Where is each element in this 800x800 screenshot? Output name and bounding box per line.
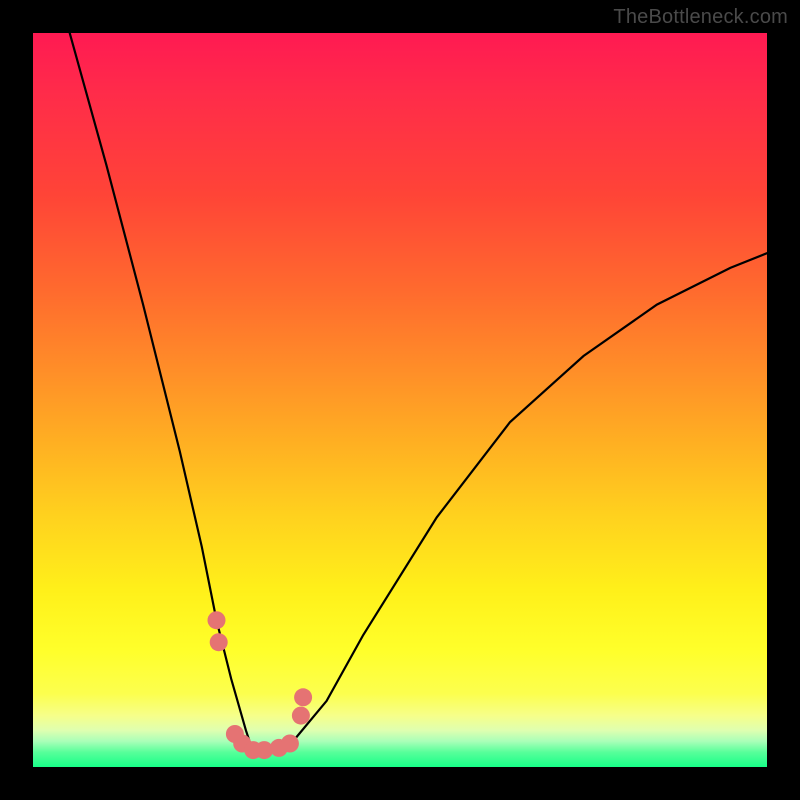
chart-frame: TheBottleneck.com: [0, 0, 800, 800]
bottleneck-curve-path: [70, 33, 767, 752]
plot-area: [33, 33, 767, 767]
highlight-dot: [292, 707, 310, 725]
highlight-dot: [210, 633, 228, 651]
watermark-text: TheBottleneck.com: [613, 6, 788, 29]
curve-svg: [33, 33, 767, 767]
highlight-dot: [294, 688, 312, 706]
highlight-dot: [208, 611, 226, 629]
highlight-dot: [281, 735, 299, 753]
